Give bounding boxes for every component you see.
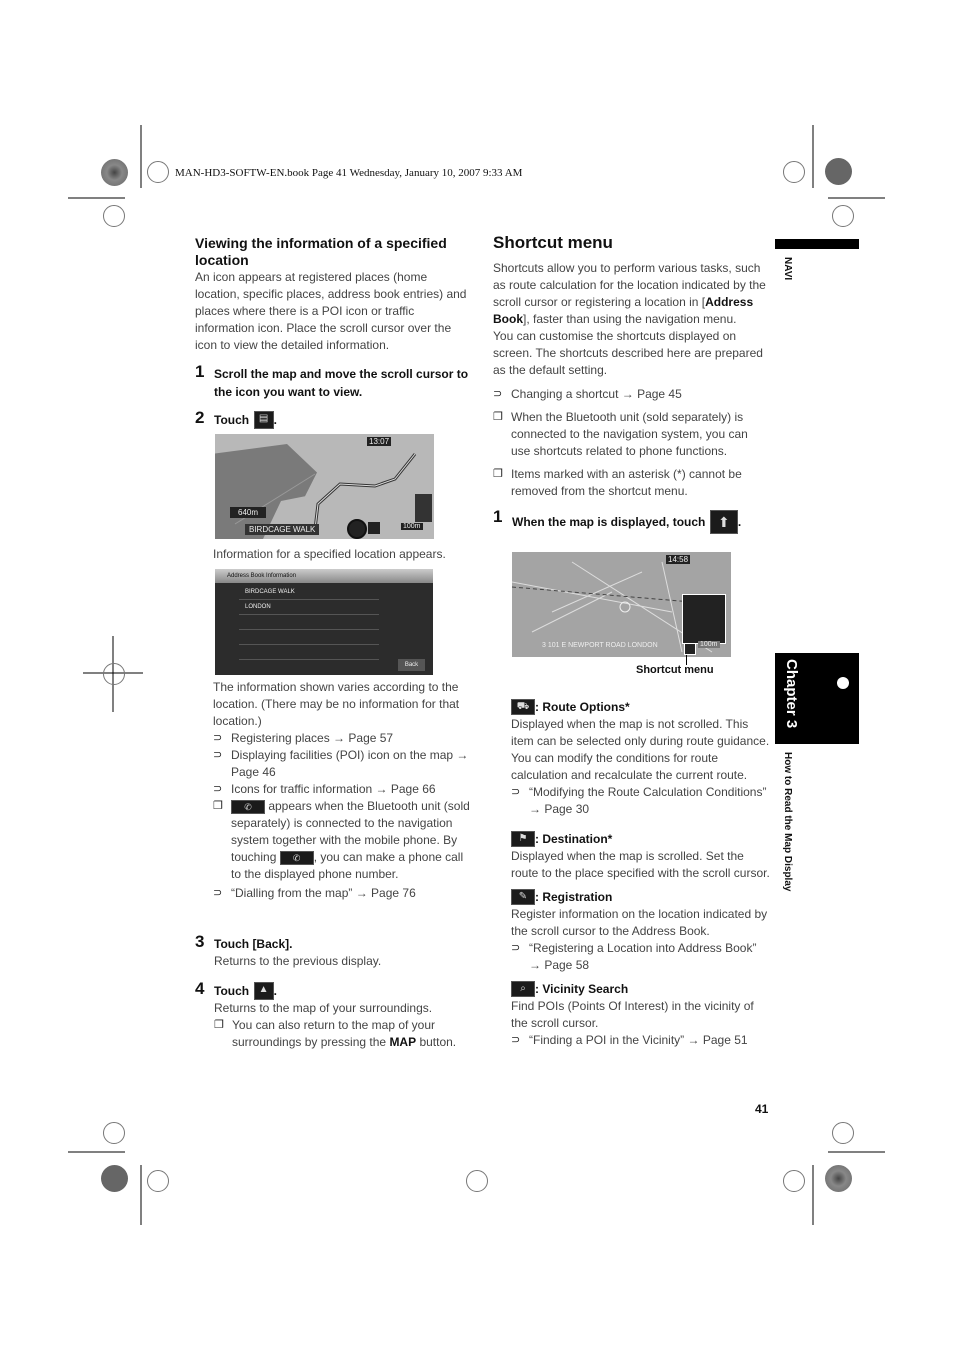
registration-mark (147, 1170, 169, 1192)
reference-item[interactable]: ⊃ “Modifying the Route Calculation Condit… (511, 784, 771, 818)
chapter-tab: Chapter 3 (775, 653, 859, 744)
map-caption: Information for a specified location app… (213, 547, 446, 561)
info-icon: ▤ (253, 411, 274, 429)
right-column: Shortcut menu Shortcuts allow you to per… (493, 233, 768, 534)
scale-readout: 100m (401, 523, 423, 530)
intro-paragraph: An icon appears at registered places (ho… (195, 270, 467, 352)
section-title: Shortcut menu (493, 233, 613, 252)
registration-mark (837, 677, 849, 689)
section-title: Viewing the information of a specified l… (195, 235, 447, 268)
color-target (825, 1165, 852, 1192)
registration-mark (783, 1170, 805, 1192)
intro-paragraph: Shortcuts allow you to perform various t… (493, 261, 766, 326)
route-options-icon: ⛟ (511, 698, 535, 715)
navi-label: NAVI (782, 257, 793, 281)
reference-item[interactable]: ⊃ Registering places → Page 57 (213, 730, 475, 747)
vicinity-search-icon: ⌕ (511, 980, 535, 997)
street-name: BIRDCAGE WALK (245, 524, 320, 535)
registration-mark (832, 205, 854, 227)
note-item: ❐ When the Bluetooth unit (sold separatel… (493, 410, 748, 458)
color-target (101, 1165, 128, 1192)
shortcut-items: ⛟: Route Options* Displayed when the map… (511, 698, 771, 1049)
map-button-note: ❐ You can also return to the map of your … (214, 1018, 457, 1050)
bluetooth-note: ❐ ✆ appears when the Bluetooth unit (sold… (213, 799, 470, 881)
registration-mark (832, 1122, 854, 1144)
address-book-screen: Address Book Information BIRDCAGE WALK L… (215, 569, 433, 675)
registration-mark (103, 663, 125, 685)
distance-readout: 640m (230, 507, 267, 518)
destination-icon: ⚑ (511, 830, 535, 847)
clock: 14:58 (666, 555, 691, 564)
info-row (239, 615, 379, 630)
shortcut-item-registration: ✎: Registration Register information on … (511, 888, 771, 974)
print-header: MAN-HD3-SOFTW-EN.book Page 41 Wednesday,… (175, 167, 523, 179)
info-row: LONDON (239, 600, 379, 615)
chapter-label: Chapter 3 (783, 659, 800, 729)
info-row (239, 630, 379, 645)
info-button[interactable] (347, 519, 367, 539)
info-row: BIRDCAGE WALK (239, 585, 379, 600)
reference-item[interactable]: ⊃ “Dialling from the map” → Page 76 (213, 885, 475, 902)
info-list: BIRDCAGE WALK LONDON (239, 585, 379, 660)
reference-item[interactable]: ⊃ Displaying facilities (POI) icon on the… (213, 747, 475, 781)
registration-mark (103, 205, 125, 227)
info-paragraph: The information shown varies according t… (213, 680, 460, 728)
color-target (825, 158, 852, 185)
zoom-controls[interactable] (415, 494, 432, 522)
navi-tab-bar (775, 239, 859, 249)
registration-icon: ✎ (511, 888, 535, 905)
registration-mark (783, 161, 805, 183)
registration-mark (466, 1170, 488, 1192)
left-column: Viewing the information of a specified l… (195, 235, 475, 429)
registration-mark (103, 1122, 125, 1144)
color-target (101, 159, 128, 186)
step-2: 2 Touch ▤. (195, 408, 277, 429)
shortcut-icon: ⬆ (709, 510, 738, 534)
step-1: 1 When the map is displayed, touch ⬆. (493, 507, 768, 534)
left-column-lower: The information shown varies according t… (213, 679, 475, 902)
step-1: 1 Scroll the map and move the scroll cur… (195, 362, 469, 399)
reference-item[interactable]: ⊃ “Registering a Location into Address Bo… (511, 940, 771, 974)
scale-readout: 100m (698, 641, 720, 648)
left-steps-lower: 3 Touch [Back]. Returns to the previous … (195, 932, 475, 1051)
screen-title: Address Book Information (215, 569, 433, 583)
shortcut-item-destination: ⚑: Destination* Displayed when the map i… (511, 830, 770, 880)
section-label: How to Read the Map Display (782, 752, 793, 892)
note-item: ❐ Items marked with an asterisk (*) canno… (493, 467, 742, 498)
clock: 13:07 (367, 437, 392, 446)
shortcut-item-route-options: ⛟: Route Options* Displayed when the map… (511, 698, 771, 818)
volume-button[interactable] (368, 522, 380, 534)
street-name: 3 101 E NEWPORT ROAD LONDON (542, 642, 658, 649)
reference-item[interactable]: ⊃ “Finding a POI in the Vicinity” → Page … (511, 1032, 771, 1049)
page-number: 41 (755, 1102, 769, 1116)
reference-item[interactable]: ⊃ Icons for traffic information → Page 66 (213, 781, 475, 798)
registration-mark (147, 161, 169, 183)
map-screenshot-shortcut: 14:58 3 101 E NEWPORT ROAD LONDON 100m (512, 552, 731, 657)
info-row (239, 645, 379, 660)
phone-icon: ✆ (279, 850, 314, 865)
map-screenshot: 13:07 640m BIRDCAGE WALK 100m (215, 434, 434, 539)
step-3: 3 Touch [Back]. Returns to the previous … (195, 932, 382, 968)
reference-item[interactable]: ⊃ Changing a shortcut → Page 45 (493, 386, 768, 403)
close-shortcut-button[interactable] (684, 643, 696, 655)
shortcut-menu-panel (682, 594, 726, 644)
step-4: 4 Touch ▲. Returns to the map of your su… (195, 979, 475, 1051)
map-arrow-icon: ▲ (253, 982, 274, 1000)
back-button[interactable]: Back (398, 659, 425, 671)
phone-icon: ✆ (231, 799, 265, 814)
shortcut-menu-callout: Shortcut menu (636, 664, 714, 676)
shortcut-item-vicinity-search: ⌕: Vicinity Search Find POIs (Points Of … (511, 980, 771, 1049)
intro-paragraph-2: You can customise the shortcuts displaye… (493, 329, 763, 377)
